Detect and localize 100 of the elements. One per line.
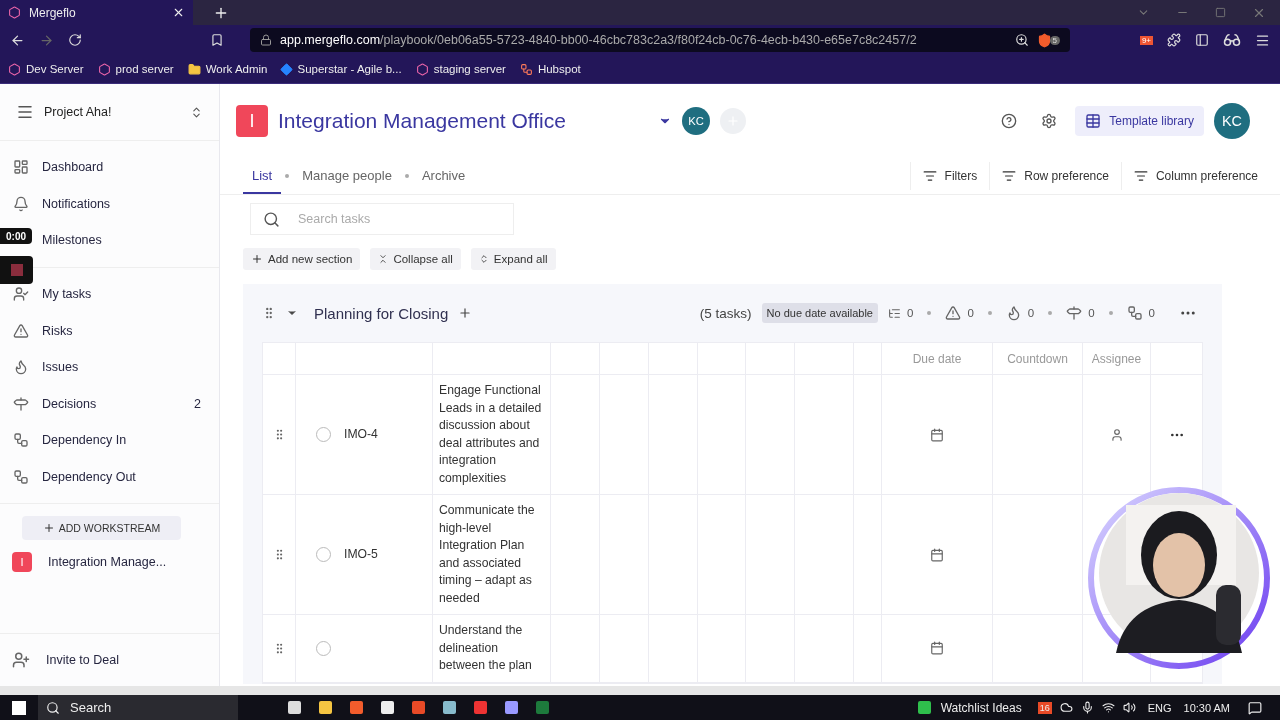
tree-icon <box>887 306 901 320</box>
workspace-initial: I <box>236 105 268 137</box>
task-id: IMO-5 <box>344 545 378 563</box>
settings-icon[interactable] <box>1041 113 1058 129</box>
nav-item[interactable]: My tasks <box>13 280 201 309</box>
watchlist-label[interactable]: Watchlist Ideas <box>940 700 1022 715</box>
switch-icon[interactable] <box>190 105 203 119</box>
flame-icon <box>13 359 29 376</box>
bell-icon <box>13 195 29 212</box>
calendar-icon[interactable] <box>930 427 944 442</box>
search-icon <box>46 700 60 715</box>
template-library-button[interactable]: Template library <box>1075 106 1204 136</box>
nav-item[interactable]: Dependency Out <box>13 463 201 492</box>
browser-tab[interactable]: Mergeflo <box>0 0 193 25</box>
plus-icon <box>42 522 55 535</box>
add-task-icon[interactable] <box>458 306 473 320</box>
nav-item[interactable]: Notifications <box>13 189 201 218</box>
column-header: Assignee <box>1083 343 1151 375</box>
count-label: 2 <box>194 396 201 411</box>
reload-icon[interactable] <box>68 33 82 47</box>
language-label: ENG <box>1147 701 1172 714</box>
tab[interactable]: Archive <box>412 158 475 194</box>
bookmark[interactable]: prod server <box>97 62 174 76</box>
extensions-icon[interactable] <box>1167 33 1181 47</box>
filter-icon <box>1133 169 1148 183</box>
task-checkbox[interactable] <box>316 427 331 442</box>
add-user-icon <box>12 651 30 669</box>
stat-count: 0 <box>906 307 914 319</box>
tab[interactable]: List <box>243 158 282 194</box>
bookmark[interactable]: Hubspot <box>519 62 581 76</box>
nav-item[interactable]: Risks <box>13 316 201 345</box>
bookmark[interactable]: staging server <box>415 62 506 76</box>
avatar: KC <box>682 107 710 135</box>
action-button[interactable]: Add new section <box>243 248 361 270</box>
menu-icon[interactable] <box>16 103 34 121</box>
calendar-icon[interactable] <box>930 641 944 656</box>
filter-icon <box>922 169 937 183</box>
hub-icon <box>519 62 533 76</box>
forward-icon <box>39 32 54 48</box>
close-icon[interactable] <box>172 6 185 19</box>
person-icon <box>13 286 29 303</box>
stat-count: 0 <box>1088 307 1095 319</box>
task-checkbox[interactable] <box>316 547 331 562</box>
tab[interactable]: Manage people <box>293 158 401 194</box>
maximize-icon[interactable] <box>1215 7 1226 18</box>
bookmark[interactable]: Dev Server <box>8 62 84 76</box>
extension-badge[interactable]: 9+ <box>1139 35 1153 45</box>
task-id: IMO-4 <box>344 425 378 443</box>
signpost-icon <box>13 395 29 412</box>
task-checkbox[interactable] <box>316 640 331 656</box>
stat-count: 0 <box>967 307 974 319</box>
column-header: Countdown <box>993 343 1083 375</box>
action-button[interactable]: Collapse all <box>370 248 461 270</box>
bookmark-icon[interactable] <box>210 33 224 47</box>
search-icon <box>263 210 280 228</box>
filter-icon <box>1002 169 1017 183</box>
workflow-icon <box>13 432 29 449</box>
nav-item[interactable]: Issues <box>13 353 201 382</box>
notification-icon[interactable] <box>1248 700 1262 715</box>
expand-icon <box>478 254 489 264</box>
workstream-item[interactable]: I Integration Manage... <box>0 540 219 585</box>
nav-item[interactable]: Decisions 2 <box>13 389 201 418</box>
back-icon[interactable] <box>10 32 25 48</box>
help-icon[interactable] <box>1001 113 1018 129</box>
toolbar-button[interactable]: Row preference <box>989 162 1121 190</box>
add-workstream-button[interactable]: ADD WORKSTREAM <box>22 516 181 541</box>
nav-item[interactable]: Dashboard <box>13 153 201 182</box>
folder-icon <box>187 62 201 76</box>
action-button[interactable]: Expand all <box>470 248 556 270</box>
page-title: Integration Management Office <box>278 109 567 133</box>
calendar-icon[interactable] <box>930 547 944 562</box>
stat-count: 0 <box>1148 307 1155 319</box>
bookmark[interactable]: Superstar - Agile b... <box>281 63 402 75</box>
assignee-icon[interactable] <box>1109 427 1124 442</box>
project-name[interactable]: Project Aha! <box>44 105 180 119</box>
lock-icon <box>260 34 272 46</box>
app-icon <box>8 6 21 19</box>
windows-icon[interactable] <box>12 700 26 715</box>
tray-badge: 16 <box>1037 701 1052 714</box>
mic-icon <box>1080 701 1094 714</box>
task-count: (5 tasks) <box>699 305 752 321</box>
task-name: Understand the delineation between the plan <box>439 622 533 674</box>
toolbar-button[interactable]: Column preference <box>1120 162 1270 190</box>
workstream-initial: I <box>12 552 32 573</box>
workflow-icon <box>13 469 29 486</box>
app-icon[interactable] <box>917 701 931 714</box>
toolbar-button[interactable]: Filters <box>909 162 990 190</box>
zoom-icon[interactable] <box>1014 33 1029 47</box>
task-name: Communicate the high-level Integration Plan and associated timing – adapt as needed <box>439 502 536 607</box>
private-icon[interactable] <box>1223 31 1241 49</box>
nav-item[interactable]: Dependency In <box>13 426 201 455</box>
workflow-icon <box>1126 305 1143 321</box>
shield-icon[interactable] <box>1036 32 1052 48</box>
taskbar-search[interactable]: Search <box>38 695 238 720</box>
bookmark[interactable]: Work Admin <box>187 62 268 76</box>
menu-icon[interactable] <box>1255 32 1270 48</box>
user-avatar[interactable]: KC <box>1214 103 1250 139</box>
nav-item[interactable]: Milestones <box>42 226 201 255</box>
sidebar-icon[interactable] <box>1195 33 1209 47</box>
address-bar[interactable]: app.mergeflo.com/playbook/0eb06a55-5723-4840-bb00-46cbc783c2a3/f80f24cb-0c76-4ecb-b430-e65e7c8c2457/2 5 <box>250 28 1070 52</box>
